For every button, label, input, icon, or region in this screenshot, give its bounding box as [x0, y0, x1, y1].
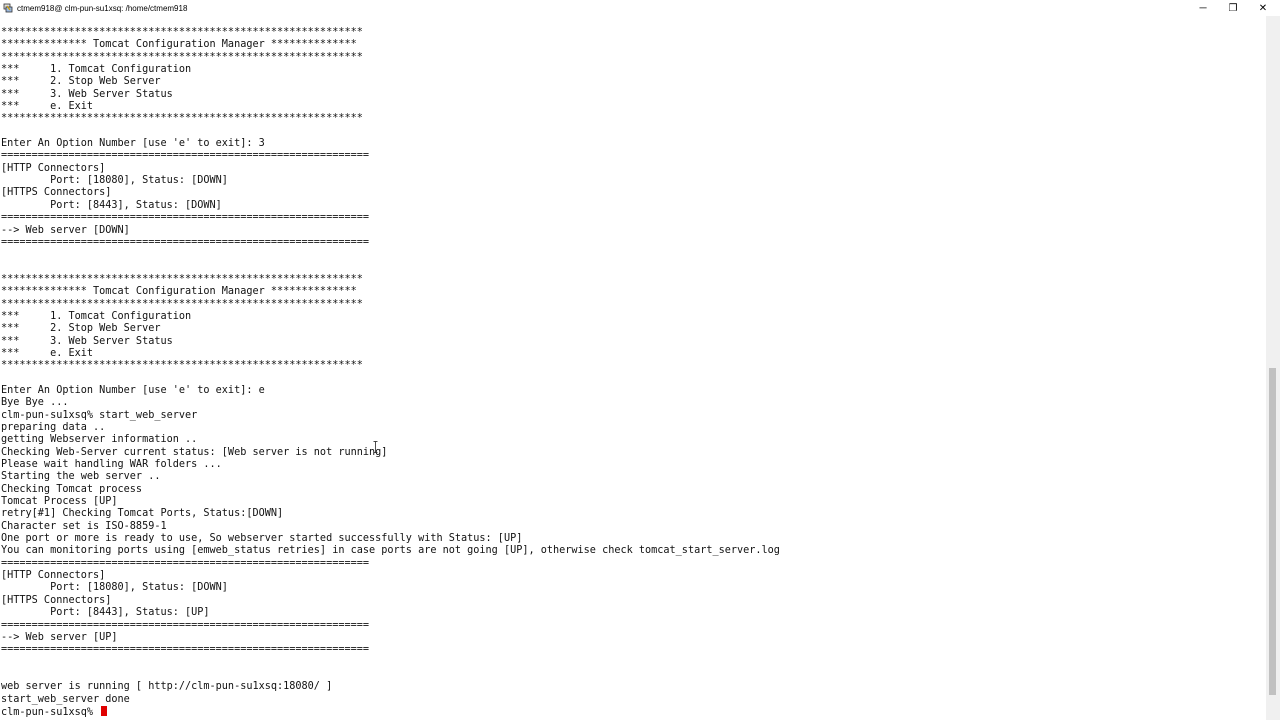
terminal-line: ****************************************…: [1, 51, 363, 63]
close-button[interactable]: ✕: [1248, 0, 1278, 16]
terminal-line: retry[#1] Checking Tomcat Ports, Status:…: [1, 508, 284, 520]
terminal-line: [HTTP Connectors]: [1, 570, 106, 582]
terminal-line: [HTTPS Connectors]: [1, 187, 112, 199]
terminal-line: You can monitoring ports using [emweb_st…: [1, 545, 780, 557]
terminal-line: Checking Web-Server current status: [Web…: [1, 446, 388, 458]
terminal-line: Checking Tomcat process: [1, 483, 143, 495]
terminal-line: [HTTP Connectors]: [1, 162, 106, 174]
terminal-line: Port: [18080], Status: [DOWN]: [1, 175, 228, 187]
title-bar: ctmem918@ clm-pun-su1xsq: /home/ctmem918…: [0, 0, 1280, 16]
restore-icon: ❐: [1228, 2, 1238, 14]
terminal-line: preparing data ..: [1, 422, 106, 433]
terminal-line: *** 1. Tomcat Configuration: [1, 64, 192, 76]
minimize-icon: ─: [1199, 2, 1207, 14]
terminal-line: Tomcat Process [UP]: [1, 496, 118, 508]
window-title: ctmem918@ clm-pun-su1xsq: /home/ctmem918: [17, 3, 188, 13]
terminal-line: *** e. Exit: [1, 347, 94, 359]
shell-prompt: clm-pun-su1xsq%: [1, 706, 100, 718]
terminal-line: getting Webserver information ..: [1, 434, 198, 446]
text-cursor: [101, 705, 108, 716]
terminal-line: Port: [8443], Status: [UP]: [1, 607, 210, 619]
terminal-line: Bye Bye ...: [1, 397, 69, 409]
terminal-line: Please wait handling WAR folders ...: [1, 459, 222, 471]
terminal-line: Starting the web server ..: [1, 471, 161, 483]
terminal-line: ************** Tomcat Configuration Mana…: [1, 286, 357, 298]
terminal-screen[interactable]: ****************************************…: [0, 16, 1266, 720]
vertical-scrollbar[interactable]: [1266, 16, 1280, 720]
mouse-ibeam-cursor-icon: [373, 441, 378, 453]
terminal-line: ========================================…: [1, 557, 370, 569]
terminal-line: clm-pun-su1xsq% start_web_server: [1, 409, 198, 421]
terminal-line: Character set is ISO-8859-1: [1, 520, 167, 532]
terminal-line: Port: [8443], Status: [DOWN]: [1, 199, 222, 211]
terminal-line: ========================================…: [1, 619, 370, 631]
terminal-line: ****************************************…: [1, 298, 363, 310]
minimize-button[interactable]: ─: [1188, 0, 1218, 16]
terminal-line: ========================================…: [1, 644, 370, 656]
terminal-line: start_web_server done: [1, 693, 130, 705]
scrollbar-thumb[interactable]: [1269, 368, 1276, 695]
terminal-line: ========================================…: [1, 212, 370, 224]
terminal-line: One port or more is ready to use, So web…: [1, 533, 523, 545]
terminal-line: Enter An Option Number [use 'e' to exit]…: [1, 138, 265, 150]
putty-app-icon[interactable]: [3, 3, 13, 13]
terminal-line: *** 3. Web Server Status: [1, 88, 173, 100]
terminal-line: *** e. Exit: [1, 101, 94, 113]
terminal-line: ****************************************…: [1, 273, 363, 285]
terminal-line: *** 3. Web Server Status: [1, 335, 173, 347]
prompt-line[interactable]: clm-pun-su1xsq%: [1, 705, 780, 718]
terminal-line: Port: [18080], Status: [DOWN]: [1, 582, 228, 594]
terminal-line: --> Web server [DOWN]: [1, 224, 130, 236]
terminal-line: web server is running [ http://clm-pun-s…: [1, 681, 333, 693]
close-icon: ✕: [1258, 2, 1268, 14]
terminal-line: *** 2. Stop Web Server: [1, 76, 161, 88]
restore-button[interactable]: ❐: [1218, 0, 1248, 16]
terminal-line: ========================================…: [1, 236, 370, 248]
terminal-line: ****************************************…: [1, 113, 363, 125]
terminal-line: --> Web server [UP]: [1, 631, 118, 643]
terminal-line: ****************************************…: [1, 360, 363, 372]
terminal-line: *** 2. Stop Web Server: [1, 323, 161, 335]
terminal-line: *** 1. Tomcat Configuration: [1, 310, 192, 322]
terminal-line: ****************************************…: [1, 27, 363, 38]
terminal-line: ************** Tomcat Configuration Mana…: [1, 39, 357, 51]
terminal-line: ========================================…: [1, 150, 370, 162]
terminal-line: [HTTPS Connectors]: [1, 594, 112, 606]
terminal-line: Enter An Option Number [use 'e' to exit]…: [1, 384, 265, 396]
terminal-output: ****************************************…: [1, 27, 780, 718]
